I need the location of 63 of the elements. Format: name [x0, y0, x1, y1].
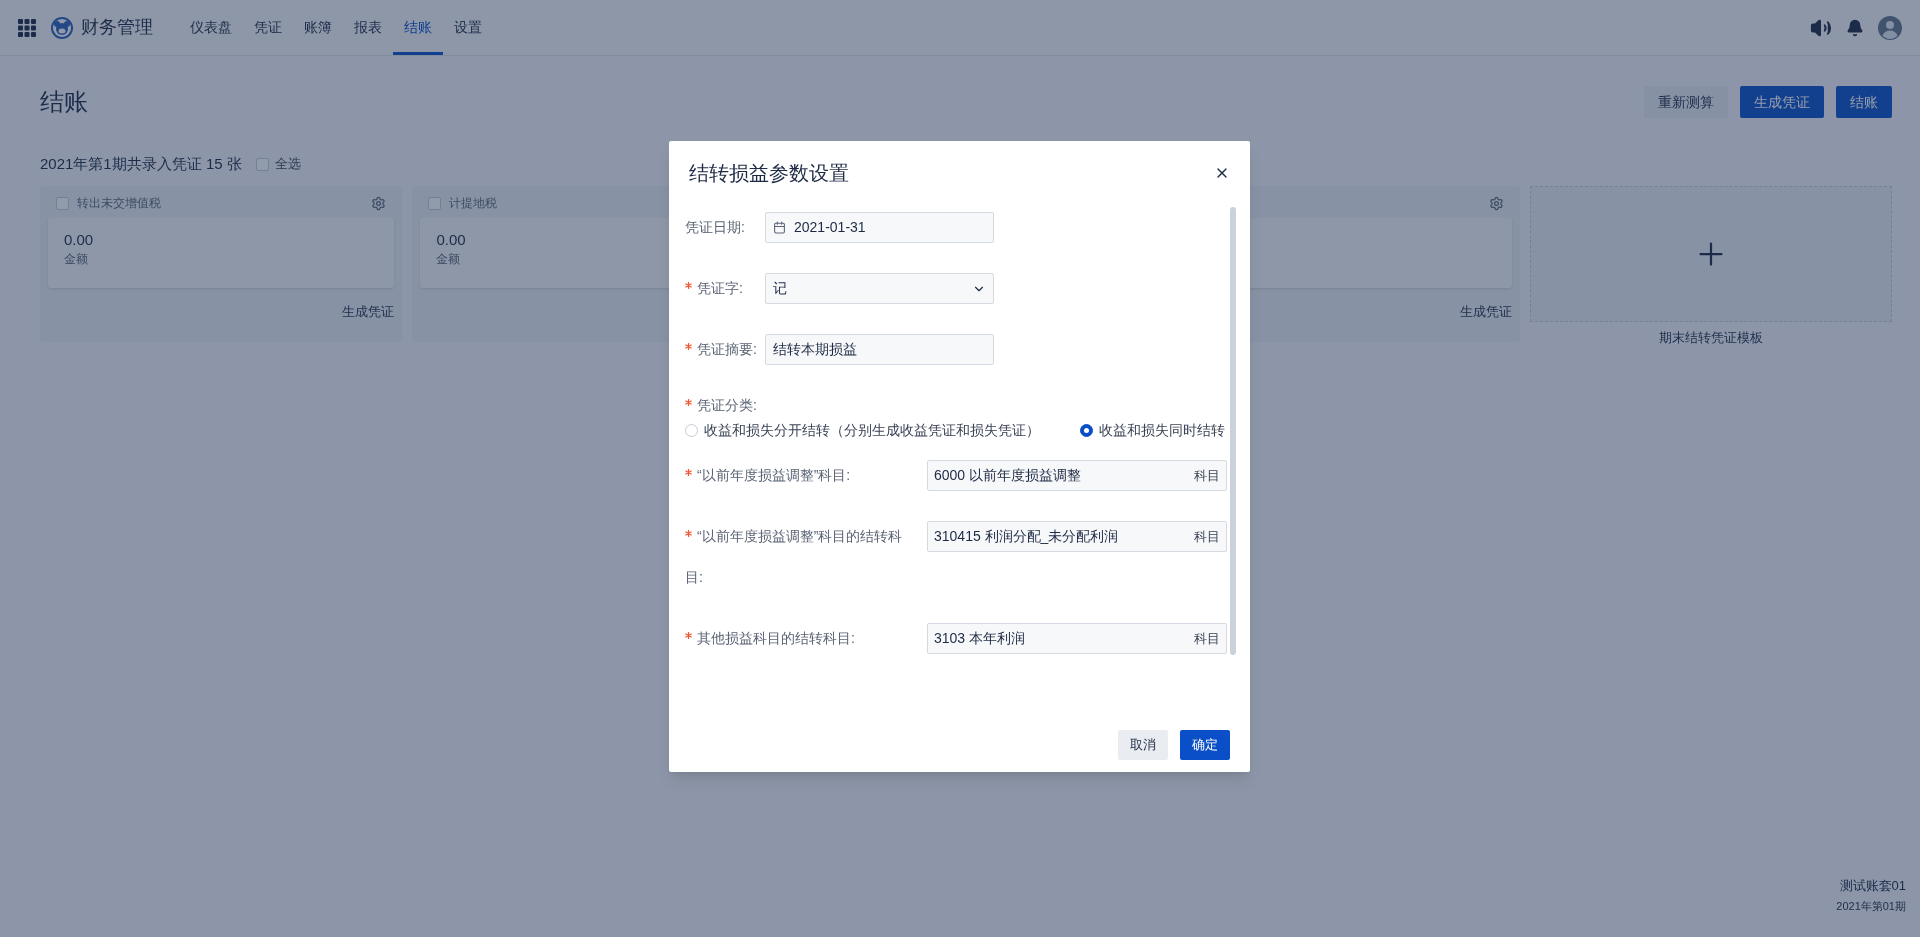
card-title: 计提地税: [449, 195, 498, 212]
field-label: 凭证字:: [697, 280, 743, 296]
field-label: 凭证分类:: [697, 397, 757, 413]
add-template-label[interactable]: 期末结转凭证模板: [1658, 328, 1763, 348]
select-all-label[interactable]: 全选: [274, 154, 301, 174]
subject-field[interactable]: 6000 以前年度损益调整 科目: [927, 460, 1227, 491]
radio-label[interactable]: 收益和损失分开结转（分别生成收益凭证和损失凭证）: [704, 420, 1040, 441]
radio-button[interactable]: [1080, 424, 1093, 437]
settings-icon[interactable]: [1488, 195, 1504, 211]
card-title: 转出未交增值税: [77, 195, 161, 212]
dialog-button[interactable]: 取消: [1118, 730, 1168, 760]
account-name: 测试账套01: [1839, 877, 1906, 895]
field-value: 3103 本年利润: [934, 629, 1026, 648]
field-value: 结转本期损益: [773, 340, 857, 359]
field-suffix: 科目: [1194, 527, 1220, 546]
field-label: 凭证日期:: [685, 219, 745, 235]
amount-label: 金额: [436, 251, 462, 268]
action-button[interactable]: 结账: [1836, 86, 1892, 118]
app-title: 财务管理: [81, 16, 153, 39]
checkbox[interactable]: [255, 157, 269, 171]
checkbox[interactable]: [56, 196, 69, 210]
page-title: 结账: [40, 87, 88, 117]
amount-value: 0.00: [64, 230, 95, 250]
settings-icon[interactable]: [371, 195, 387, 211]
date-field[interactable]: 2021-01-31: [765, 212, 994, 243]
summary-text: 2021年第1期共录入凭证 15 张: [40, 153, 242, 174]
field-value: 6000 以前年度损益调整: [934, 466, 1082, 485]
field-suffix: 科目: [1194, 629, 1220, 648]
radio-label[interactable]: 收益和损失同时结转: [1099, 420, 1225, 441]
field-value: 310415 利润分配_未分配利润: [934, 527, 1119, 546]
bell-icon[interactable]: [1846, 18, 1864, 37]
checkbox[interactable]: [428, 196, 442, 210]
select-field[interactable]: 记: [765, 273, 994, 304]
subject-field[interactable]: 3103 本年利润 科目: [927, 623, 1227, 654]
field-suffix: 科目: [1194, 466, 1220, 485]
nav-tab[interactable]: 凭证: [243, 0, 293, 55]
dialog-button[interactable]: 确定: [1180, 730, 1230, 760]
generate-voucher-link[interactable]: 生成凭证: [1459, 302, 1512, 322]
calendar-icon: [773, 221, 786, 234]
input-field[interactable]: 结转本期损益: [765, 334, 994, 365]
user-avatar-icon[interactable]: [1878, 15, 1902, 40]
nav-tab[interactable]: 账簿: [293, 0, 343, 55]
scrollbar[interactable]: [1230, 207, 1236, 655]
field-label: 凭证摘要:: [697, 341, 757, 357]
field-label: “以前年度损益调整”科目:: [697, 467, 851, 483]
app-grid-icon[interactable]: [18, 18, 36, 37]
monkey-logo-icon: [50, 15, 74, 40]
dialog-title: 结转损益参数设置: [689, 161, 849, 186]
action-button[interactable]: 生成凭证: [1740, 86, 1824, 118]
subject-field[interactable]: 310415 利润分配_未分配利润 科目: [927, 521, 1227, 552]
nav-tab[interactable]: 结账: [393, 0, 443, 55]
field-label: “以前年度损益调整”科目的结转科目:: [685, 528, 903, 585]
action-button[interactable]: 重新测算: [1644, 86, 1728, 118]
field-value: 2021-01-31: [794, 218, 866, 237]
generate-voucher-link[interactable]: 生成凭证: [342, 302, 395, 322]
period-label: 2021年第01期: [1836, 899, 1906, 914]
nav-tab[interactable]: 仪表盘: [179, 0, 243, 55]
amount-label: 金额: [64, 251, 89, 268]
nav-tab[interactable]: 报表: [343, 0, 393, 55]
field-value: 记: [773, 279, 787, 298]
field-label: 其他损益科目的结转科目:: [697, 630, 855, 646]
amount-value: 0.00: [436, 230, 467, 250]
nav-tab[interactable]: 设置: [443, 0, 493, 55]
